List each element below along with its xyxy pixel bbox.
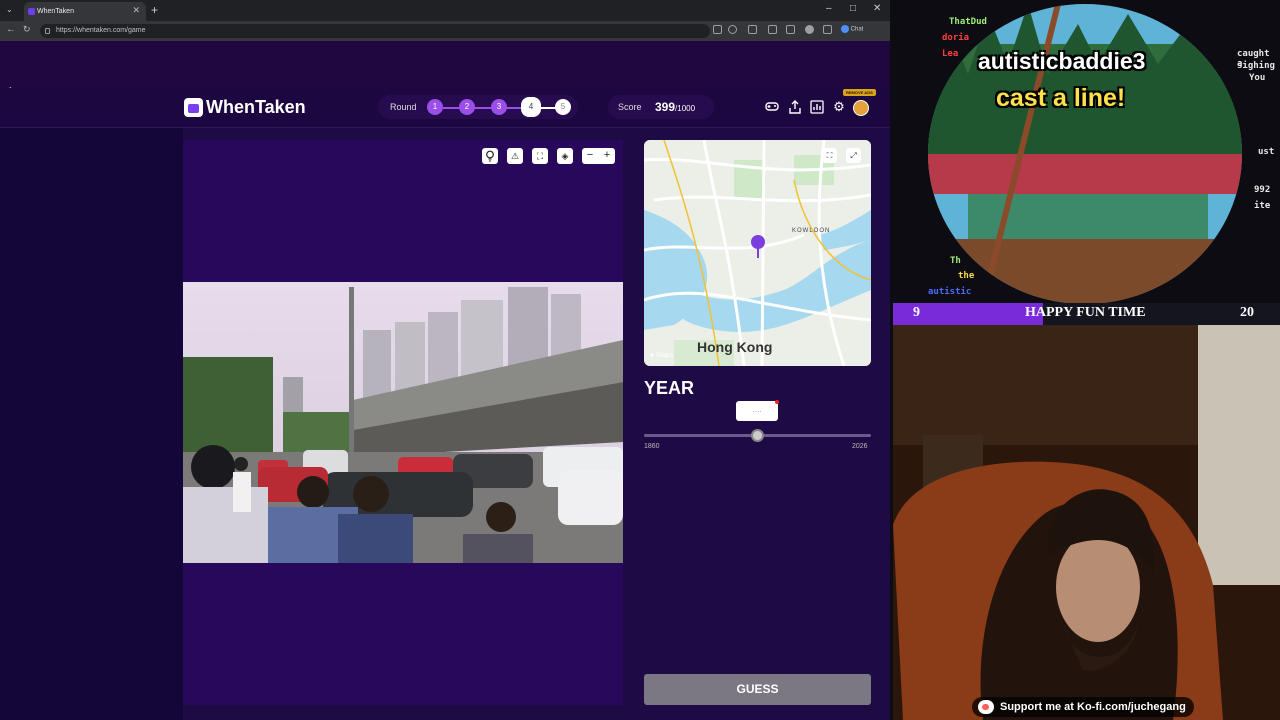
kofi-cup-icon bbox=[978, 700, 994, 714]
tab-title: WhenTaken bbox=[37, 8, 74, 15]
chat-user-2: doria bbox=[942, 33, 970, 43]
webcam-feed bbox=[893, 325, 1280, 720]
progress-title: HAPPY FUN TIME bbox=[1025, 305, 1146, 320]
close-window-icon[interactable]: ✕ bbox=[873, 3, 881, 14]
map-city-label: Hong Kong bbox=[697, 339, 773, 355]
hint-bulb-icon[interactable] bbox=[482, 148, 498, 164]
left-sidebar bbox=[0, 128, 183, 720]
favorites-icon[interactable] bbox=[786, 25, 795, 34]
year-input[interactable]: .... bbox=[736, 401, 778, 421]
reader-icon[interactable] bbox=[713, 25, 722, 34]
game-photo[interactable] bbox=[183, 282, 623, 563]
new-tab-button[interactable]: + bbox=[151, 3, 158, 17]
browser-window: ⌄ WhenTaken ✕ + – □ ✕ ← ↻ https://whenta… bbox=[0, 0, 890, 720]
progress-current: 9 bbox=[913, 305, 920, 320]
address-bar: ← ↻ https://whentaken.com/game Chat bbox=[0, 21, 890, 41]
chat-user-3: Lea bbox=[942, 49, 959, 59]
score-value: 399/1000 bbox=[655, 100, 695, 114]
site-logo[interactable]: WhenTaken bbox=[206, 97, 306, 118]
year-min-label: 1860 bbox=[644, 443, 660, 450]
map-attribution-text: Maps bbox=[656, 352, 674, 359]
kofi-banner: Support me at Ko-fi.com/juchegang bbox=[972, 697, 1194, 717]
reload-icon[interactable]: ↻ bbox=[23, 24, 31, 35]
logo-icon[interactable] bbox=[184, 98, 203, 117]
back-icon[interactable]: ← bbox=[6, 24, 16, 35]
round-dot-3: 3 bbox=[491, 99, 507, 115]
round-progress-line bbox=[443, 107, 531, 109]
year-input-indicator bbox=[775, 400, 779, 404]
round-dot-5: 5 bbox=[555, 99, 571, 115]
ad-banner-area bbox=[0, 41, 890, 88]
stats-icon[interactable] bbox=[810, 100, 824, 114]
bookmark-star-icon[interactable] bbox=[728, 25, 737, 34]
zoom-out-button[interactable]: − bbox=[582, 148, 598, 164]
browser-tab[interactable]: WhenTaken ✕ bbox=[24, 2, 146, 21]
more-menu-icon[interactable] bbox=[823, 25, 832, 34]
url-field[interactable]: https://whentaken.com/game bbox=[40, 24, 710, 38]
round-dot-2: 2 bbox=[459, 99, 475, 115]
report-warning-icon[interactable]: ⚠ bbox=[507, 148, 523, 164]
chat-text-5: 992 bbox=[1254, 185, 1271, 195]
lock-icon bbox=[45, 28, 50, 34]
profile-icon[interactable] bbox=[805, 25, 814, 34]
tab-bar: ⌄ WhenTaken ✕ + – □ ✕ bbox=[0, 0, 890, 21]
copilot-icon bbox=[841, 25, 849, 33]
year-heading: YEAR bbox=[644, 378, 695, 398]
year-slider-thumb[interactable] bbox=[751, 429, 764, 442]
map-fullscreen-icon[interactable]: ⤢ bbox=[846, 148, 861, 163]
fullscreen-icon[interactable]: ⛶ bbox=[532, 148, 548, 164]
overlay-subtitle: cast a line! bbox=[996, 84, 1126, 112]
progress-goal: 20 bbox=[1240, 305, 1254, 320]
score-label: Score bbox=[618, 102, 642, 112]
zoom-controls: − + bbox=[582, 148, 615, 164]
chat-text-3: You bbox=[1249, 73, 1266, 83]
remove-ads-button[interactable]: REMOVE ADS bbox=[843, 89, 876, 96]
round-dot-1: 1 bbox=[427, 99, 443, 115]
score-number: 399 bbox=[655, 100, 676, 114]
chat-user-1: ThatDud bbox=[949, 17, 987, 27]
site-favicon-icon bbox=[28, 8, 35, 15]
map-district-label: KOWLOON bbox=[792, 228, 831, 234]
chat-button[interactable]: Chat bbox=[841, 25, 863, 33]
kofi-text: Support me at Ko-fi.com/juchegang bbox=[1000, 701, 1186, 713]
round-dot-4-current: 4 bbox=[521, 97, 541, 117]
share-icon[interactable] bbox=[788, 100, 802, 114]
chat-text-6: ite bbox=[1254, 201, 1271, 211]
zoom-in-button[interactable]: + bbox=[599, 148, 615, 164]
gamepad-icon[interactable] bbox=[765, 100, 779, 114]
overlay-title: autisticbaddie3 bbox=[978, 48, 1146, 74]
settings-gear-icon[interactable]: ⚙ bbox=[832, 100, 846, 114]
score-max: /1000 bbox=[675, 104, 696, 113]
chat-user-6: autistic bbox=[928, 287, 972, 297]
extension-icon[interactable] bbox=[748, 25, 757, 34]
chat-user-4: Th bbox=[950, 256, 961, 266]
puzzle-icon[interactable] bbox=[768, 25, 777, 34]
chat-user-5: the bbox=[958, 271, 975, 281]
round-label: Round bbox=[390, 102, 417, 112]
year-max-label: 2026 bbox=[852, 443, 868, 450]
chat-text-4: ust bbox=[1258, 147, 1275, 157]
url-text: https://whentaken.com/game bbox=[56, 27, 146, 34]
minimize-icon[interactable]: – bbox=[826, 3, 832, 14]
tab-menu-icon[interactable]: ⌄ bbox=[6, 5, 13, 14]
user-avatar[interactable] bbox=[853, 100, 869, 116]
guess-button[interactable]: GUESS bbox=[644, 674, 871, 705]
guess-map[interactable] bbox=[644, 140, 871, 366]
map-attribution: ● Maps bbox=[650, 352, 674, 359]
fit-image-icon[interactable]: ◈ bbox=[557, 148, 573, 164]
chat-label: Chat bbox=[850, 26, 864, 33]
chat-text-2: sighing bbox=[1237, 61, 1275, 71]
map-expand-icon[interactable]: ⛶ bbox=[822, 148, 837, 163]
maximize-icon[interactable]: □ bbox=[850, 3, 856, 14]
close-tab-icon[interactable]: ✕ bbox=[132, 5, 140, 16]
